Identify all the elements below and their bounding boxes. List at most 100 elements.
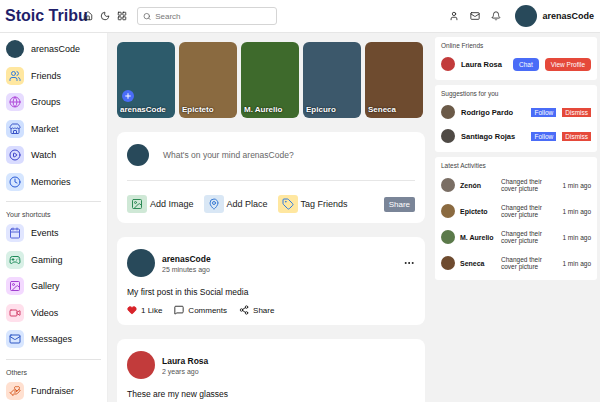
sidebar-item-icon	[6, 146, 24, 164]
sidebar-item[interactable]: Watch	[6, 142, 101, 169]
friend-row: Laura Rosa Chat View Profile	[441, 55, 591, 73]
activity-time: 1 min ago	[562, 260, 591, 267]
sidebar-item-icon	[6, 173, 24, 191]
sidebar-other[interactable]: Fundraiser	[6, 378, 101, 402]
like-button[interactable]: 1 Like	[127, 305, 162, 315]
friend-name[interactable]: Laura Rosa	[461, 60, 507, 69]
heart-icon	[127, 305, 137, 315]
stories: arenasCode EpictetoM. Aurelio Epicuro Senec…	[117, 42, 425, 118]
suggestions: Suggestions for you Rodrigo Pardo Follow Di…	[435, 85, 597, 152]
share-button[interactable]: Share	[384, 197, 415, 212]
follow-button[interactable]: Follow	[531, 132, 556, 141]
sidebar-shortcut[interactable]: Videos	[6, 300, 101, 327]
suggestion-row: Santiago Rojas Follow Dismiss	[441, 127, 591, 145]
sidebar-item[interactable]: Memories	[6, 169, 101, 196]
view-profile-button[interactable]: View Profile	[545, 58, 591, 71]
activity-name[interactable]: Seneca	[460, 260, 496, 267]
activity-name[interactable]: Zenón	[460, 182, 496, 189]
story-card[interactable]: M. Aurelio	[241, 42, 299, 118]
home-icon[interactable]	[83, 11, 93, 21]
sidebar: arenasCodeFriendsGroupsMarketWatchMemori…	[0, 33, 108, 402]
sidebar-item-icon	[6, 67, 24, 85]
right-panel: Online FriendsLaura RosaChatView Profile…	[432, 33, 600, 402]
activity-time: 1 min ago	[562, 182, 591, 189]
activity-name[interactable]: Epicteto	[460, 208, 496, 215]
composer-avatar	[127, 144, 149, 166]
user-name: arenasCode	[542, 11, 594, 21]
mail-icon[interactable]	[470, 11, 480, 21]
follow-button[interactable]: Follow	[531, 108, 556, 117]
chat-button[interactable]: Chat	[513, 58, 539, 71]
post-text: These are my new glasses	[127, 389, 415, 399]
activity-avatar[interactable]	[441, 230, 455, 244]
panel-title: Suggestions for you	[441, 90, 591, 97]
comments-button[interactable]: Comments	[174, 305, 227, 315]
activity-avatar[interactable]	[441, 204, 455, 218]
composer-action[interactable]: Add Place	[204, 195, 268, 213]
suggestion-name[interactable]: Rodrigo Pardo	[461, 108, 525, 117]
fundraiser-icon	[6, 382, 24, 400]
shortcut-icon	[6, 251, 24, 269]
composer-input[interactable]: What's on your mind arenasCode?	[163, 150, 294, 160]
post-author[interactable]: Laura Rosa	[162, 356, 415, 366]
activity-text: Changed their cover picture	[501, 256, 557, 270]
composer-action-icon	[127, 195, 147, 213]
sidebar-item[interactable]: Groups	[6, 89, 101, 116]
user-avatar	[515, 5, 537, 27]
story-label: Epicuro	[306, 105, 336, 114]
composer-action[interactable]: Tag Friends	[278, 195, 348, 213]
sidebar-item[interactable]: Friends	[6, 63, 101, 90]
user-chip[interactable]: arenasCode	[515, 5, 594, 27]
sidebar-shortcut[interactable]: Gallery	[6, 273, 101, 300]
sidebar-shortcut[interactable]: Events	[6, 220, 101, 247]
post-author[interactable]: arenasCode	[162, 254, 396, 264]
online-friends: Online FriendsLaura RosaChatView Profile	[435, 37, 597, 80]
search-icon	[143, 12, 151, 21]
activity-text: Changed their cover picture	[501, 178, 557, 192]
activity-avatar[interactable]	[441, 178, 455, 192]
sidebar-shortcut[interactable]: Messages	[6, 326, 101, 353]
panel-title: Latest Activities	[441, 162, 591, 169]
friend-avatar[interactable]	[441, 57, 455, 71]
sidebar-item[interactable]: Market	[6, 116, 101, 143]
story-label: arenasCode	[120, 105, 166, 114]
shortcut-icon	[6, 330, 24, 348]
suggestion-avatar[interactable]	[441, 129, 455, 143]
composer-action[interactable]: Add Image	[127, 195, 194, 213]
share-icon	[239, 305, 249, 315]
story-card[interactable]: arenasCode	[117, 42, 175, 118]
activity-time: 1 min ago	[562, 208, 591, 215]
activity-avatar[interactable]	[441, 256, 455, 270]
suggestion-row: Rodrigo Pardo Follow Dismiss	[441, 103, 591, 121]
dismiss-button[interactable]: Dismiss	[562, 132, 591, 141]
moon-icon[interactable]	[100, 11, 110, 21]
post-avatar[interactable]	[127, 351, 155, 379]
sidebar-shortcut[interactable]: Gaming	[6, 247, 101, 274]
post: arenasCode 25 minutes ago My first post in…	[117, 237, 425, 325]
profile-avatar	[6, 40, 24, 58]
sidebar-item[interactable]: arenasCode	[6, 36, 101, 63]
post-avatar[interactable]	[127, 249, 155, 277]
search-input[interactable]	[155, 12, 271, 21]
post-text: My first post in this Social media	[127, 287, 415, 297]
post: Laura Rosa 2 years ago These are my new gl…	[117, 339, 425, 402]
add-story-icon[interactable]	[122, 90, 134, 102]
sidebar-section-title: Your shortcuts	[6, 211, 101, 220]
story-card[interactable]: Epicuro	[303, 42, 361, 118]
post-time: 2 years ago	[162, 368, 415, 375]
grid-icon[interactable]	[117, 11, 127, 21]
dismiss-button[interactable]: Dismiss	[562, 108, 591, 117]
activity-name[interactable]: M. Aurelio	[460, 234, 496, 241]
story-card[interactable]: Epicteto	[179, 42, 237, 118]
logo[interactable]: Stoic Tribu	[5, 7, 83, 25]
shortcut-icon	[6, 304, 24, 322]
suggestion-avatar[interactable]	[441, 105, 455, 119]
story-card[interactable]: Seneca	[365, 42, 423, 118]
post-share-button[interactable]: Share	[239, 305, 274, 315]
post-time: 25 minutes ago	[162, 266, 396, 273]
suggestion-name[interactable]: Santiago Rojas	[461, 132, 525, 141]
more-icon[interactable]	[403, 257, 415, 269]
bell-icon[interactable]	[491, 11, 501, 21]
shortcut-icon	[6, 277, 24, 295]
user-icon[interactable]	[449, 11, 459, 21]
